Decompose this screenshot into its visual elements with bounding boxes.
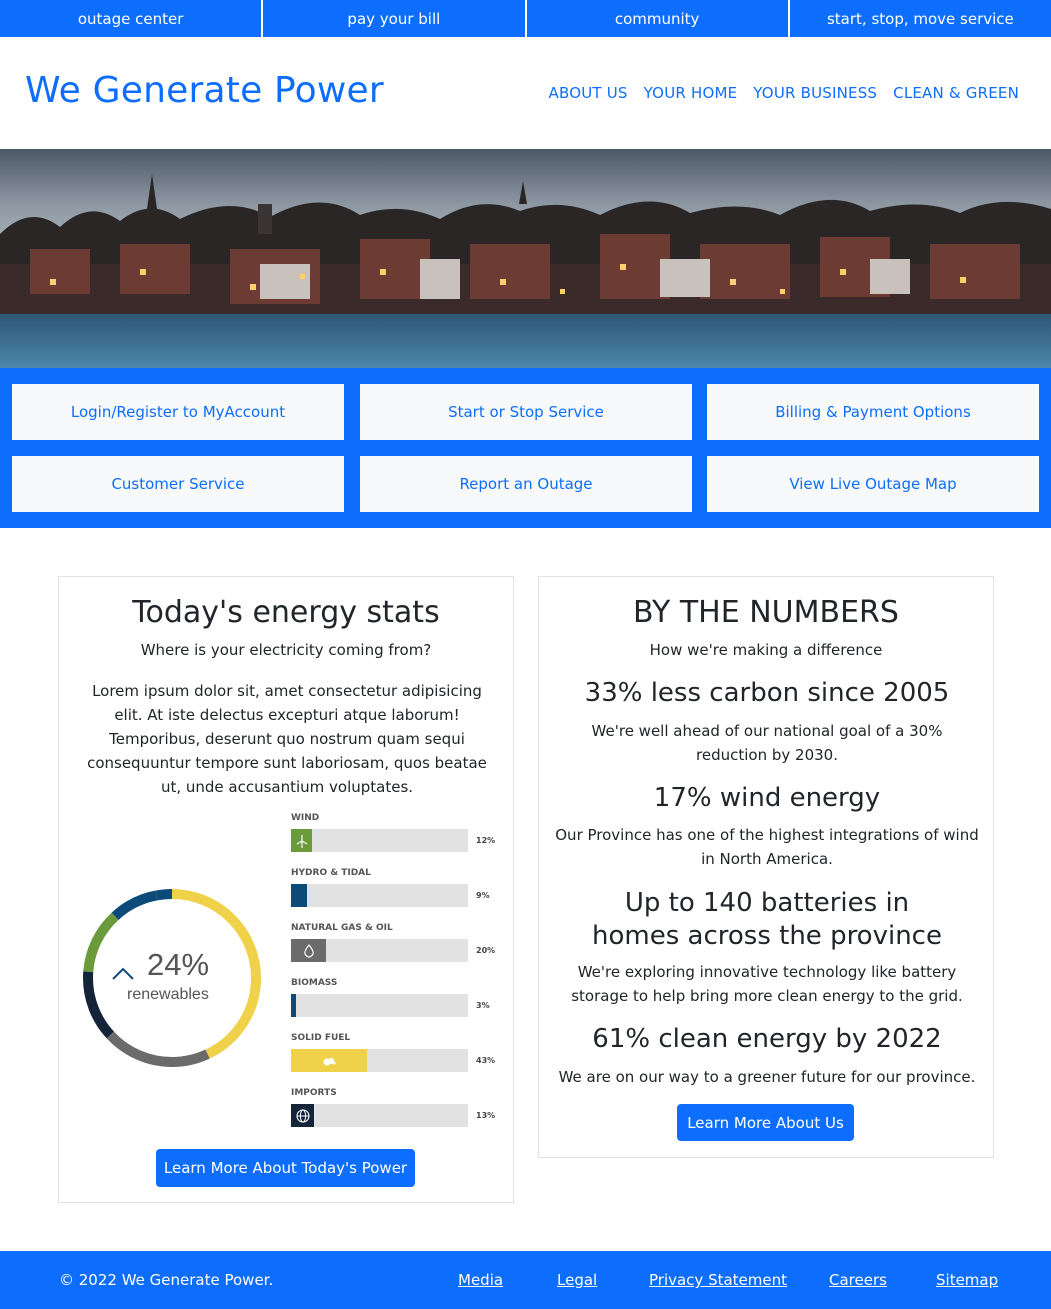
utility-link-outage-center[interactable]: outage center bbox=[0, 0, 262, 37]
bar-fill-imports bbox=[291, 1104, 314, 1127]
droplet-icon bbox=[303, 943, 315, 958]
renewables-donut-chart: 24% renewables bbox=[77, 883, 267, 1073]
up-chevron-icon bbox=[112, 967, 134, 980]
bar-track-biomass bbox=[291, 994, 468, 1017]
site-logo[interactable]: We Generate Power bbox=[25, 70, 384, 111]
energy-stats-subtitle: Where is your electricity coming from? bbox=[140, 641, 432, 659]
bar-track-solid-fuel bbox=[291, 1049, 468, 1072]
footer-link-legal[interactable]: Legal bbox=[557, 1271, 597, 1289]
bar-label-wind: WIND bbox=[291, 813, 320, 823]
bar-track-wind bbox=[291, 829, 468, 852]
quick-link-report-outage[interactable]: Report an Outage bbox=[360, 456, 692, 512]
cloud-icon bbox=[322, 1056, 336, 1066]
footer-link-careers[interactable]: Careers bbox=[829, 1271, 887, 1289]
bar-fill-hydro-tidal bbox=[291, 884, 307, 907]
bar-label-natural-gas-oil: NATURAL GAS & OIL bbox=[291, 923, 393, 933]
bar-label-hydro-tidal: HYDRO & TIDAL bbox=[291, 868, 371, 878]
bar-fill-natural-gas-oil bbox=[291, 939, 326, 962]
bar-label-imports: IMPORTS bbox=[291, 1088, 337, 1098]
quick-link-start-stop[interactable]: Start or Stop Service bbox=[360, 384, 692, 440]
bar-fill-solid-fuel bbox=[291, 1049, 367, 1072]
stat-text: We're well ahead of our national goal of… bbox=[591, 722, 943, 764]
main-nav: ABOUT US YOUR HOME YOUR BUSINESS CLEAN &… bbox=[549, 84, 1019, 102]
bar-track-natural-gas-oil bbox=[291, 939, 468, 962]
bar-percent-solid-fuel: 43% bbox=[476, 1056, 496, 1065]
energy-stats-title: Today's energy stats bbox=[132, 595, 440, 630]
learn-more-power-button[interactable]: Learn More About Today's Power bbox=[156, 1149, 415, 1187]
hero-town-illustration bbox=[0, 149, 1051, 368]
utility-link-start-stop-move[interactable]: start, stop, move service bbox=[789, 0, 1051, 37]
stat-heading: 33% less carbon since 2005 bbox=[584, 678, 950, 708]
stat-heading: 61% clean energy by 2022 bbox=[592, 1024, 942, 1054]
quick-link-outage-map[interactable]: View Live Outage Map bbox=[707, 456, 1039, 512]
bar-percent-natural-gas-oil: 20% bbox=[476, 946, 496, 955]
quick-link-billing[interactable]: Billing & Payment Options bbox=[707, 384, 1039, 440]
bar-track-imports bbox=[291, 1104, 468, 1127]
footer-copyright: © 2022 We Generate Power. bbox=[59, 1271, 274, 1289]
bar-percent-hydro-tidal: 9% bbox=[476, 891, 490, 900]
quick-links: Login/Register to MyAccount Start or Sto… bbox=[0, 368, 1051, 528]
stat-heading: Up to 140 batteries in homes across the … bbox=[592, 888, 942, 951]
numbers-subtitle: How we're making a difference bbox=[649, 641, 883, 659]
utility-nav: outage center pay your bill community st… bbox=[0, 0, 1051, 37]
stat-heading: 17% wind energy bbox=[653, 783, 881, 813]
stat-text: Our Province has one of the highest inte… bbox=[555, 826, 979, 868]
quick-link-login[interactable]: Login/Register to MyAccount bbox=[12, 384, 344, 440]
donut-value: 24% bbox=[147, 947, 210, 982]
footer-link-privacy[interactable]: Privacy Statement bbox=[649, 1271, 787, 1289]
energy-stats-body: Lorem ipsum dolor sit, amet consectetur … bbox=[87, 682, 487, 796]
hero-image bbox=[0, 149, 1051, 368]
nav-about-us[interactable]: ABOUT US bbox=[549, 84, 628, 102]
utility-link-community[interactable]: community bbox=[526, 0, 788, 37]
energy-stats-card: Today's energy stats Where is your elect… bbox=[58, 576, 514, 1203]
bar-track-hydro-tidal bbox=[291, 884, 468, 907]
globe-icon bbox=[295, 1108, 310, 1123]
bar-percent-biomass: 3% bbox=[476, 1001, 490, 1010]
numbers-title: BY THE NUMBERS bbox=[633, 595, 899, 630]
bar-fill-biomass bbox=[291, 994, 296, 1017]
bar-percent-wind: 12% bbox=[476, 836, 496, 845]
bar-percent-imports: 13% bbox=[476, 1111, 496, 1120]
learn-more-about-us-button[interactable]: Learn More About Us bbox=[677, 1104, 854, 1141]
site-footer: © 2022 We Generate Power. Media Legal Pr… bbox=[0, 1251, 1051, 1309]
stat-text: We're exploring innovative technology li… bbox=[571, 963, 963, 1005]
stat-text: We are on our way to a greener future fo… bbox=[558, 1068, 976, 1086]
nav-clean-green[interactable]: CLEAN & GREEN bbox=[893, 84, 1019, 102]
footer-link-sitemap[interactable]: Sitemap bbox=[936, 1271, 998, 1289]
donut-label: renewables bbox=[127, 986, 209, 1003]
footer-link-media[interactable]: Media bbox=[458, 1271, 503, 1289]
by-the-numbers-card: BY THE NUMBERS How we're making a differ… bbox=[538, 576, 994, 1158]
nav-your-home[interactable]: YOUR HOME bbox=[644, 84, 738, 102]
utility-link-pay-bill[interactable]: pay your bill bbox=[263, 0, 525, 37]
wind-turbine-icon bbox=[295, 834, 309, 848]
quick-link-customer-service[interactable]: Customer Service bbox=[12, 456, 344, 512]
bar-fill-wind bbox=[291, 829, 312, 852]
bar-label-solid-fuel: SOLID FUEL bbox=[291, 1033, 351, 1043]
nav-your-business[interactable]: YOUR BUSINESS bbox=[753, 84, 877, 102]
bar-label-biomass: BIOMASS bbox=[291, 978, 338, 988]
